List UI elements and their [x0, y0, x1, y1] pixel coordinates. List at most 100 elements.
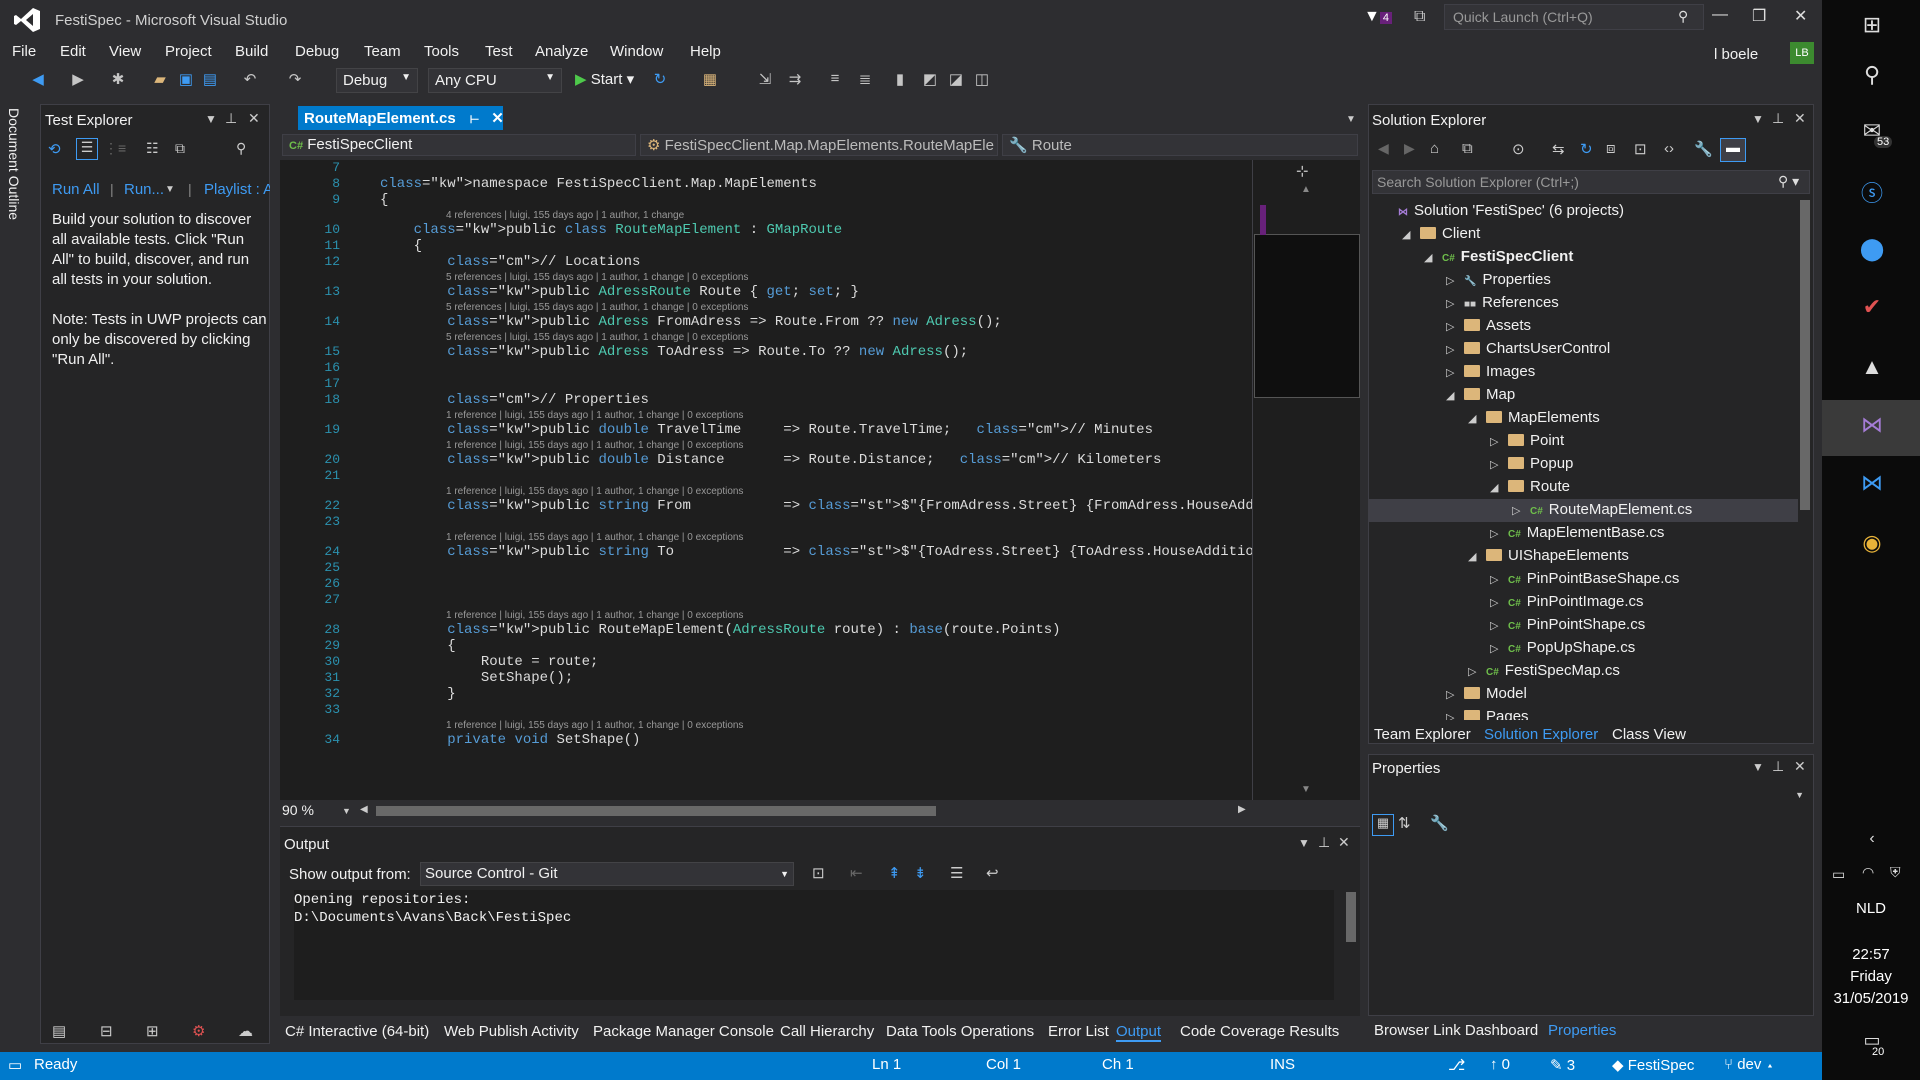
code-line[interactable]: {: [380, 238, 422, 254]
code-line[interactable]: SetShape();: [380, 670, 573, 686]
code-editor[interactable]: 7 8 class="kw">namespace FestiSpecClient.M…: [280, 160, 1252, 800]
class-diagram-icon[interactable]: ⊞: [146, 1022, 159, 1040]
props-pin-icon[interactable]: ⊥: [1772, 758, 1784, 775]
props-dropdown-icon[interactable]: ▼: [1752, 760, 1764, 774]
collapse-all-icon[interactable]: ⧉: [175, 140, 185, 157]
run-all-link[interactable]: Run All: [52, 181, 100, 198]
menu-team[interactable]: Team: [364, 43, 401, 60]
tree-item[interactable]: ▷ Popup: [1368, 453, 1798, 476]
collapsed-icon[interactable]: ▷: [1490, 619, 1508, 632]
home-icon[interactable]: ⌂: [1430, 140, 1439, 157]
find-message-icon[interactable]: ⊡: [812, 864, 825, 882]
run-dropdown-icon[interactable]: ▼: [165, 184, 175, 195]
categorized-icon[interactable]: ▦: [1372, 814, 1394, 836]
tree-item[interactable]: ▷ Pages: [1368, 706, 1798, 720]
find-in-files-icon[interactable]: ▦: [700, 70, 720, 90]
uncomment-icon[interactable]: ≣: [855, 70, 875, 90]
collapsed-icon[interactable]: ▷: [1490, 596, 1508, 609]
tree-item[interactable]: ◢ Route: [1368, 476, 1798, 499]
alphabetical-icon[interactable]: ⇅: [1398, 814, 1411, 832]
configuration-select[interactable]: Debug ▼: [336, 68, 418, 93]
tree-item[interactable]: ▷ C# PinPointShape.cs: [1368, 614, 1798, 637]
tab-code-coverage[interactable]: Code Coverage Results: [1180, 1023, 1339, 1040]
solexp-close-icon[interactable]: ✕: [1794, 110, 1806, 127]
minimize-button[interactable]: —: [1712, 6, 1728, 24]
switch-views-icon[interactable]: ⧉: [1462, 140, 1473, 157]
menu-edit[interactable]: Edit: [60, 43, 86, 60]
list-view-icon[interactable]: ☰: [76, 138, 98, 160]
collapsed-icon[interactable]: ▷: [1446, 320, 1464, 333]
collapsed-icon[interactable]: ▷: [1512, 504, 1530, 517]
class-nav-select[interactable]: ⚙ FestiSpecClient.Map.MapElements.RouteM…: [640, 134, 998, 156]
minimap-viewport[interactable]: [1254, 234, 1360, 398]
tree-item[interactable]: ◢ Client: [1368, 223, 1798, 246]
output-source-select[interactable]: Source Control - Git ▼: [420, 862, 794, 886]
menu-view[interactable]: View: [109, 43, 141, 60]
start-button[interactable]: ▶ Start ▾: [575, 70, 634, 88]
user-name[interactable]: l boele: [1714, 46, 1758, 63]
tree-item[interactable]: ▷ C# FestiSpecMap.cs: [1368, 660, 1798, 683]
collapsed-icon[interactable]: ▷: [1446, 688, 1464, 701]
tab-package-manager[interactable]: Package Manager Console: [593, 1023, 774, 1040]
code-line[interactable]: class="cm">// Properties: [380, 392, 649, 408]
collapsed-icon[interactable]: ▷: [1490, 435, 1508, 448]
codelens-info[interactable]: 1 reference | luigi, 155 days ago | 1 au…: [446, 440, 743, 451]
tab-team-explorer[interactable]: Team Explorer: [1374, 726, 1471, 743]
save-icon[interactable]: ▣: [176, 70, 196, 90]
menu-analyze[interactable]: Analyze: [535, 43, 588, 60]
properties-strip-icon[interactable]: ▤: [52, 1022, 66, 1040]
collapsed-icon[interactable]: ▷: [1446, 343, 1464, 356]
sync-icon[interactable]: ⇆: [1552, 140, 1565, 158]
windows-start-icon[interactable]: ⊞: [1852, 12, 1892, 38]
open-folder-icon[interactable]: ▰: [150, 70, 170, 90]
codelens-info[interactable]: 4 references | luigi, 155 days ago | 1 a…: [446, 210, 684, 221]
output-pin-icon[interactable]: ⊥: [1318, 834, 1330, 851]
show-hidden-icons[interactable]: ‹: [1852, 830, 1892, 848]
visual-studio-taskbar-icon[interactable]: ⋈: [1852, 412, 1892, 438]
tab-solution-explorer[interactable]: Solution Explorer: [1484, 726, 1598, 743]
user-avatar[interactable]: LB: [1790, 42, 1814, 64]
expanded-icon[interactable]: ◢: [1468, 412, 1486, 425]
tree-item[interactable]: ▷ C# PinPointImage.cs: [1368, 591, 1798, 614]
group-by-icon[interactable]: ⟲: [48, 140, 61, 158]
tree-item[interactable]: ▷ C# RouteMapElement.cs: [1368, 499, 1798, 522]
expanded-icon[interactable]: ◢: [1424, 251, 1442, 264]
split-editor-icon[interactable]: ⊹: [1296, 162, 1309, 180]
comment-icon[interactable]: ≡: [825, 70, 845, 90]
repository-selector[interactable]: ◆ FestiSpec: [1612, 1056, 1694, 1074]
wifi-icon[interactable]: ◠: [1862, 864, 1874, 881]
code-line[interactable]: class="kw">public RouteMapElement(Adress…: [380, 622, 1060, 638]
test-search-icon[interactable]: ⚲: [236, 140, 246, 157]
collapsed-icon[interactable]: ▷: [1446, 274, 1464, 287]
feedback-icon[interactable]: ⧉: [1414, 8, 1425, 26]
collapsed-icon[interactable]: ▷: [1490, 527, 1508, 540]
pin-icon[interactable]: ⊥: [225, 110, 237, 127]
tree-item[interactable]: ▷ ■■ References: [1368, 292, 1798, 315]
notification-flag-icon[interactable]: ▼ 4: [1364, 8, 1404, 28]
next-bookmark-icon[interactable]: ◪: [946, 70, 966, 90]
tree-item[interactable]: ◢ UIShapeElements: [1368, 545, 1798, 568]
output-scroll-thumb[interactable]: [1346, 892, 1356, 942]
solution-search-input[interactable]: Search Solution Explorer (Ctrl+;): [1372, 170, 1810, 194]
platform-select[interactable]: Any CPU ▼: [428, 68, 562, 93]
todo-icon[interactable]: ✔: [1852, 294, 1892, 320]
new-project-icon[interactable]: ✱: [108, 70, 128, 90]
panel-dropdown-icon[interactable]: ▼: [205, 112, 217, 126]
maps-icon[interactable]: ⬤: [1852, 236, 1892, 262]
run-link[interactable]: Run...: [124, 181, 164, 198]
tree-item[interactable]: ▷ ChartsUserControl: [1368, 338, 1798, 361]
expanded-icon[interactable]: ◢: [1446, 389, 1464, 402]
quick-launch-input[interactable]: Quick Launch (Ctrl+Q): [1444, 4, 1704, 30]
tab-data-tools[interactable]: Data Tools Operations: [886, 1023, 1034, 1040]
tree-item[interactable]: ◢ MapElements: [1368, 407, 1798, 430]
code-line[interactable]: class="kw">public Adress FromAdress => R…: [380, 314, 1002, 330]
save-all-icon[interactable]: ▤: [200, 70, 220, 90]
back-icon[interactable]: ◀: [28, 70, 48, 90]
codelens-info[interactable]: 5 references | luigi, 155 days ago | 1 a…: [446, 272, 748, 283]
solexp-back-icon[interactable]: ◀: [1378, 140, 1389, 157]
chrome-icon[interactable]: ◉: [1852, 530, 1892, 556]
props-close-icon[interactable]: ✕: [1794, 758, 1806, 775]
collapsed-icon[interactable]: ▷: [1490, 458, 1508, 471]
solexp-pin-icon[interactable]: ⊥: [1772, 110, 1784, 127]
menu-build[interactable]: Build: [235, 43, 268, 60]
